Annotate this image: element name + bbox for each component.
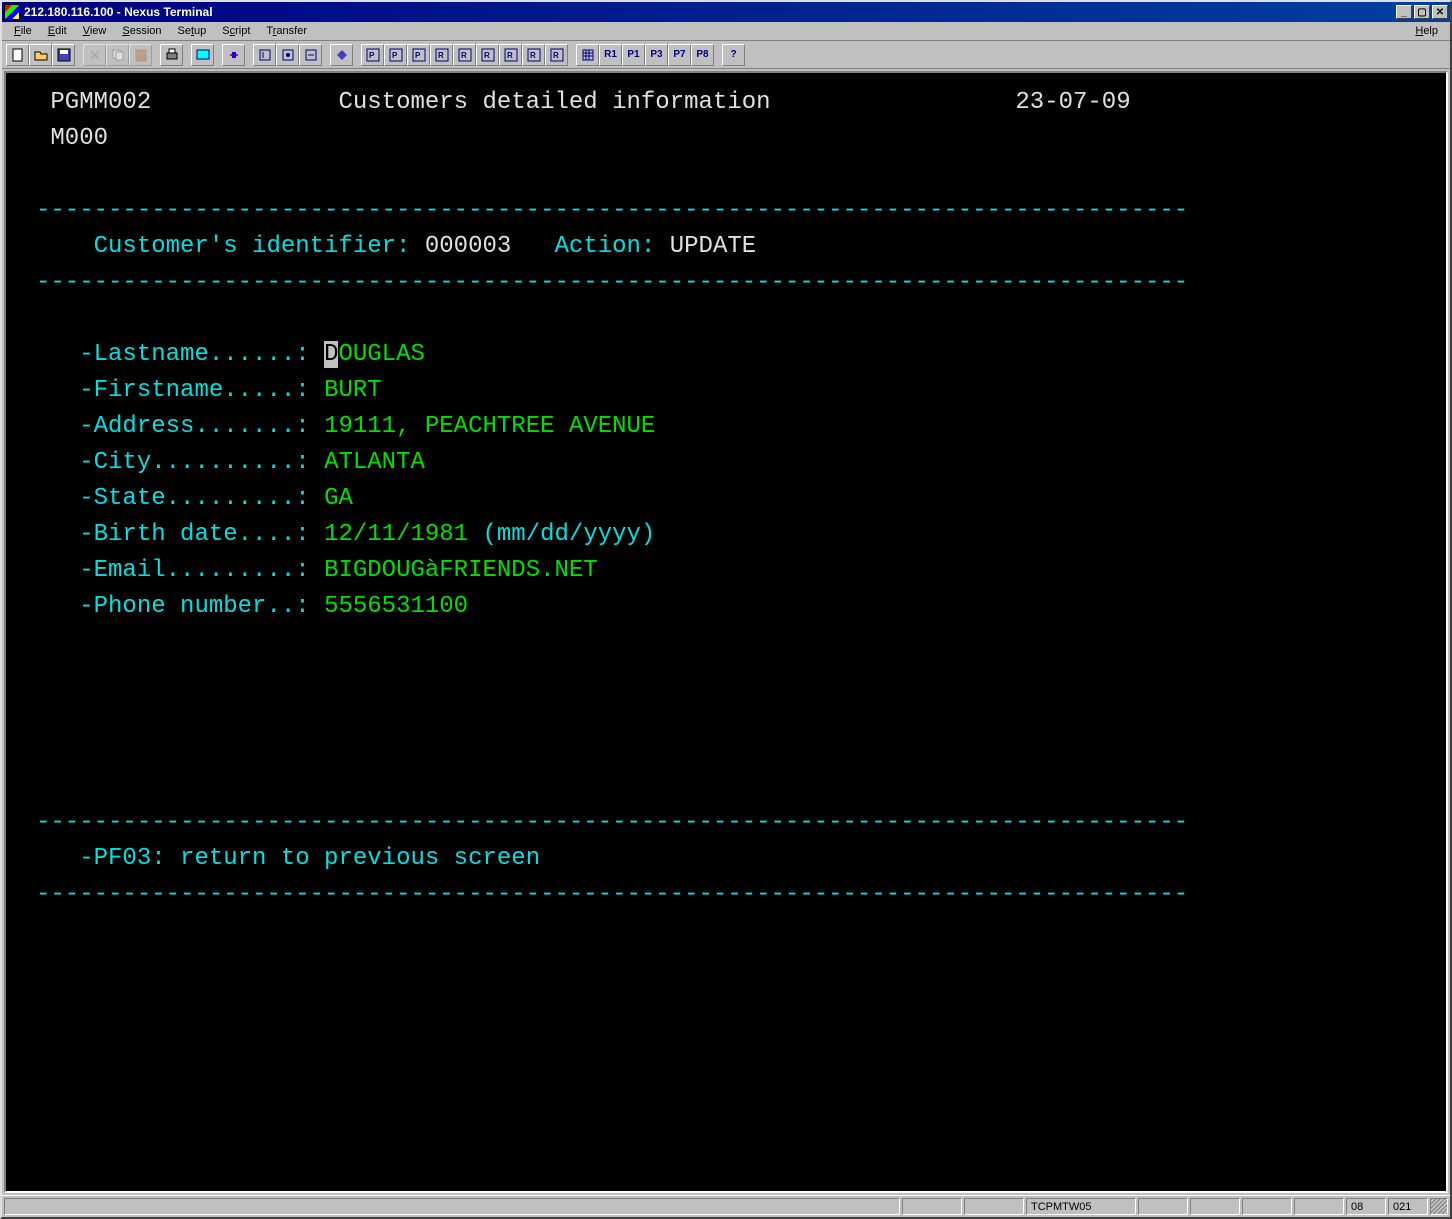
status-main — [4, 1198, 900, 1215]
pf-a-icon[interactable]: P — [361, 44, 384, 66]
save-icon[interactable] — [52, 44, 75, 66]
menu-session[interactable]: Session — [114, 23, 169, 39]
svg-text:P: P — [415, 51, 421, 60]
svg-text:R: R — [484, 51, 490, 60]
status-cell-2 — [964, 1198, 1024, 1215]
titlebar: 212.180.116.100 - Nexus Terminal _ ▢ ✕ — [2, 2, 1450, 22]
pf-i-icon[interactable]: R — [545, 44, 568, 66]
pf-f-icon[interactable]: R — [476, 44, 499, 66]
pf-d-icon[interactable]: R — [430, 44, 453, 66]
status-col: 021 — [1388, 1198, 1428, 1215]
print-icon[interactable] — [160, 44, 183, 66]
toolbar: P P P R R R R R R R1 P1 P3 P7 P8 ? — [2, 41, 1450, 69]
menu-view[interactable]: View — [75, 23, 115, 39]
svg-text:P: P — [369, 51, 375, 60]
new-icon[interactable] — [6, 44, 29, 66]
pf-e-icon[interactable]: R — [453, 44, 476, 66]
screen-icon[interactable] — [191, 44, 214, 66]
p8-button[interactable]: P8 — [691, 44, 714, 66]
resize-grip-icon[interactable] — [1430, 1198, 1448, 1215]
svg-text:P: P — [392, 51, 398, 60]
app-icon — [4, 4, 20, 20]
p7-button[interactable]: P7 — [668, 44, 691, 66]
pf-g-icon[interactable]: R — [499, 44, 522, 66]
minimize-button[interactable]: _ — [1396, 5, 1412, 19]
status-cell-6 — [1294, 1198, 1344, 1215]
grid-icon[interactable] — [576, 44, 599, 66]
menu-file[interactable]: File — [6, 23, 40, 39]
open-icon[interactable] — [29, 44, 52, 66]
menubar: File Edit View Session Setup Script Tran… — [2, 22, 1450, 41]
pf-h-icon[interactable]: R — [522, 44, 545, 66]
p1-button[interactable]: P1 — [622, 44, 645, 66]
statusbar: TCPMTW05 08 021 — [2, 1195, 1450, 1217]
menu-setup[interactable]: Setup — [170, 23, 215, 39]
terminal-screen[interactable]: PGMM002 Customers detailed information 2… — [6, 73, 1446, 1191]
status-cell-5 — [1242, 1198, 1292, 1215]
status-cell-1 — [902, 1198, 962, 1215]
status-session: TCPMTW05 — [1026, 1198, 1136, 1215]
status-cell-3 — [1138, 1198, 1188, 1215]
tool-a-icon[interactable] — [253, 44, 276, 66]
p3-button[interactable]: P3 — [645, 44, 668, 66]
pf-b-icon[interactable]: P — [384, 44, 407, 66]
terminal-area[interactable]: PGMM002 Customers detailed information 2… — [4, 71, 1448, 1193]
close-button[interactable]: ✕ — [1432, 5, 1448, 19]
svg-text:R: R — [553, 51, 559, 60]
cut-icon[interactable] — [83, 44, 106, 66]
menu-edit[interactable]: Edit — [40, 23, 75, 39]
help-icon[interactable]: ? — [722, 44, 745, 66]
status-row: 08 — [1346, 1198, 1386, 1215]
status-cell-4 — [1190, 1198, 1240, 1215]
r1-button[interactable]: R1 — [599, 44, 622, 66]
svg-text:R: R — [530, 51, 536, 60]
maximize-button[interactable]: ▢ — [1414, 5, 1430, 19]
svg-text:R: R — [507, 51, 513, 60]
paste-icon[interactable] — [129, 44, 152, 66]
tool-c-icon[interactable] — [299, 44, 322, 66]
pf-c-icon[interactable]: P — [407, 44, 430, 66]
copy-icon[interactable] — [106, 44, 129, 66]
svg-text:R: R — [438, 51, 444, 60]
diamond-icon[interactable] — [330, 44, 353, 66]
menu-script[interactable]: Script — [214, 23, 258, 39]
window-title: 212.180.116.100 - Nexus Terminal — [24, 5, 1396, 19]
menu-help[interactable]: Help — [1407, 23, 1446, 39]
app-window: 212.180.116.100 - Nexus Terminal _ ▢ ✕ F… — [0, 0, 1452, 1219]
menu-transfer[interactable]: Transfer — [258, 23, 315, 39]
svg-text:R: R — [461, 51, 467, 60]
tool-b-icon[interactable] — [276, 44, 299, 66]
connect-icon[interactable] — [222, 44, 245, 66]
